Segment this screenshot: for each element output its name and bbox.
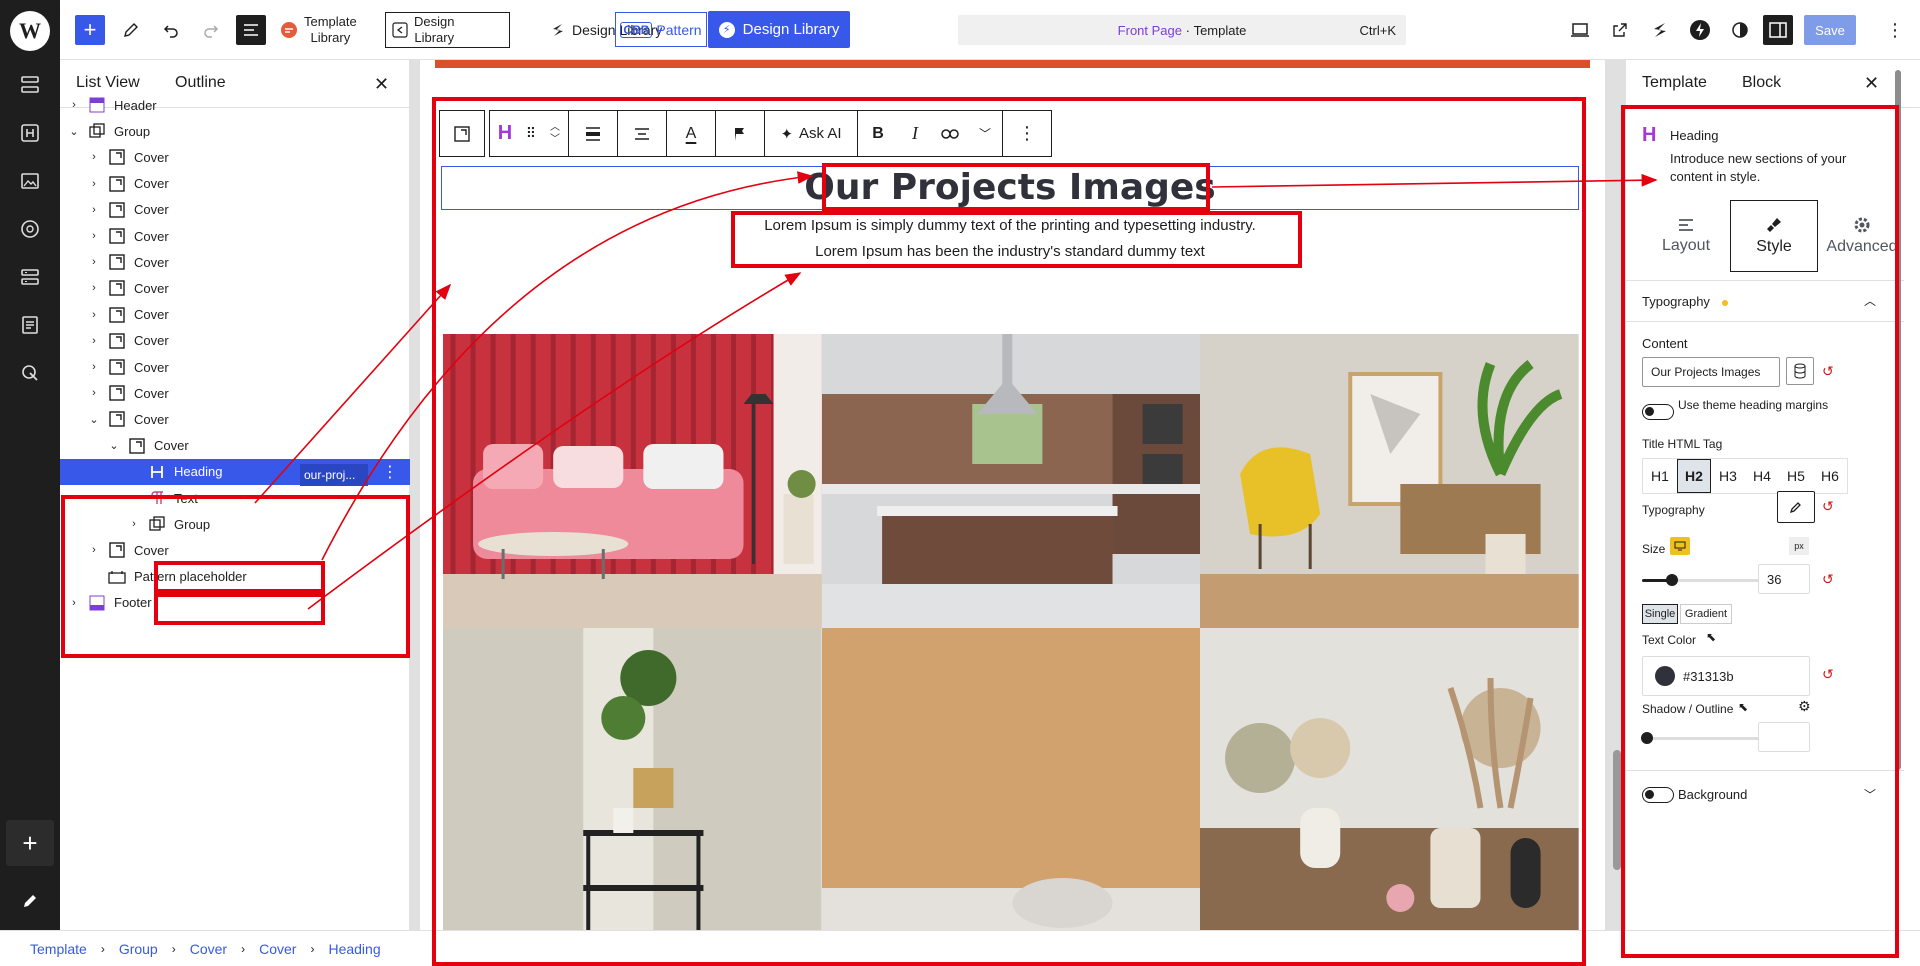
annotation-arrows [254,171,1658,610]
